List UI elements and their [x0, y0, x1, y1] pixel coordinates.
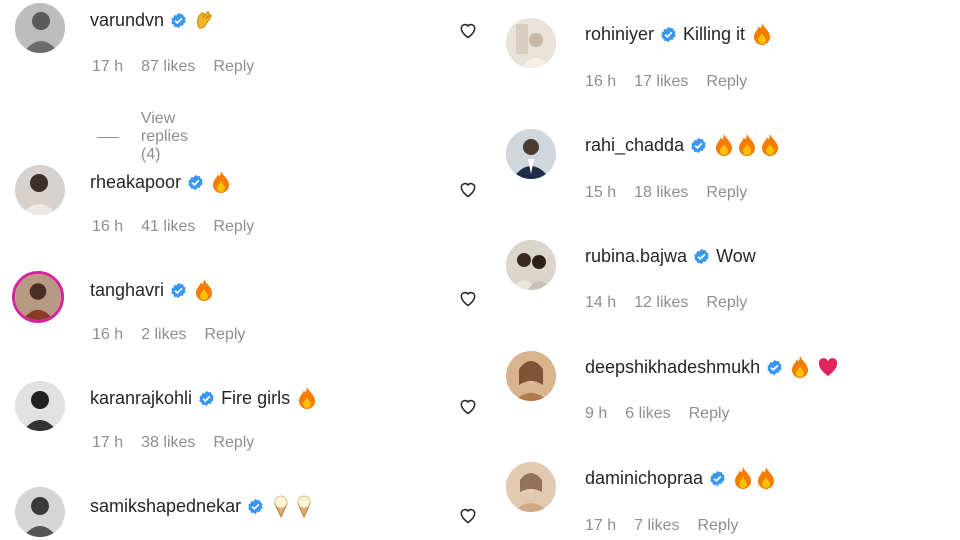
- fire-emoji: [789, 355, 811, 379]
- comment-text: Killing it: [683, 24, 746, 44]
- like-count[interactable]: 7 likes: [634, 516, 679, 536]
- reply-button[interactable]: Reply: [706, 183, 747, 203]
- comment-time: 16 h: [92, 218, 124, 235]
- reply-button[interactable]: Reply: [706, 293, 747, 313]
- reply-button[interactable]: Reply: [213, 433, 254, 453]
- username[interactable]: deepshikhadeshmukh: [585, 355, 760, 379]
- like-heart-icon[interactable]: [458, 396, 478, 416]
- avatar[interactable]: [15, 3, 65, 53]
- comment-text: Fire girls: [221, 388, 291, 408]
- fire-emoji: [296, 386, 318, 410]
- comment-time: 17 h: [92, 58, 124, 75]
- username[interactable]: varundvn: [90, 8, 164, 32]
- username[interactable]: rohiniyer: [585, 22, 654, 46]
- verified-badge-icon: [170, 282, 187, 299]
- like-heart-icon[interactable]: [458, 288, 478, 308]
- clap-emoji: [193, 8, 215, 32]
- like-count[interactable]: 87 likes: [141, 57, 195, 77]
- like-heart-icon[interactable]: [458, 505, 478, 525]
- username[interactable]: samikshapednekar: [90, 494, 241, 518]
- like-heart-icon[interactable]: [458, 20, 478, 40]
- ice-cream-emoji: [270, 494, 315, 518]
- verified-badge-icon: [170, 12, 187, 29]
- avatar[interactable]: [506, 240, 556, 290]
- reply-button[interactable]: Reply: [213, 217, 254, 237]
- verified-badge-icon: [766, 359, 783, 376]
- fire-emoji: [193, 278, 215, 302]
- username[interactable]: tanghavri: [90, 278, 164, 302]
- verified-badge-icon: [709, 470, 726, 487]
- reply-button[interactable]: Reply: [205, 325, 246, 345]
- username[interactable]: karanrajkohli: [90, 386, 192, 410]
- verified-badge-icon: [247, 498, 264, 515]
- reply-button[interactable]: Reply: [213, 57, 254, 77]
- avatar[interactable]: [506, 351, 556, 401]
- avatar[interactable]: [12, 271, 64, 323]
- view-replies-button[interactable]: View replies (4): [97, 110, 204, 164]
- comment-time: 17 h: [585, 517, 617, 534]
- comment-time: 16 h: [92, 326, 124, 343]
- avatar[interactable]: [15, 487, 65, 537]
- like-count[interactable]: 18 likes: [634, 183, 688, 203]
- username[interactable]: rahi_chadda: [585, 133, 684, 157]
- view-replies-label: View replies (4): [140, 110, 188, 163]
- red-heart-emoji: [817, 355, 839, 379]
- divider: [97, 136, 119, 138]
- like-count[interactable]: 17 likes: [634, 72, 688, 92]
- reply-button[interactable]: Reply: [706, 72, 747, 92]
- comment-time: 9 h: [585, 405, 608, 422]
- comment-time: 15 h: [585, 184, 617, 201]
- comment-text: Wow: [716, 246, 756, 266]
- like-count[interactable]: 38 likes: [141, 433, 195, 453]
- avatar[interactable]: [506, 462, 556, 512]
- like-count[interactable]: 12 likes: [634, 293, 688, 313]
- reply-button[interactable]: Reply: [689, 404, 730, 424]
- reply-button[interactable]: Reply: [698, 516, 739, 536]
- comment-time: 14 h: [585, 294, 617, 311]
- avatar[interactable]: [15, 165, 65, 215]
- avatar[interactable]: [506, 129, 556, 179]
- like-count[interactable]: 41 likes: [141, 217, 195, 237]
- username[interactable]: rheakapoor: [90, 170, 181, 194]
- comment-time: 16 h: [585, 73, 617, 90]
- verified-badge-icon: [660, 26, 677, 43]
- verified-badge-icon: [690, 137, 707, 154]
- like-count[interactable]: 2 likes: [141, 325, 186, 345]
- verified-badge-icon: [198, 390, 215, 407]
- username[interactable]: rubina.bajwa: [585, 244, 687, 268]
- like-count[interactable]: 6 likes: [625, 404, 670, 424]
- like-heart-icon[interactable]: [458, 179, 478, 199]
- fire-emoji: [210, 170, 232, 194]
- verified-badge-icon: [187, 174, 204, 191]
- avatar[interactable]: [15, 381, 65, 431]
- avatar[interactable]: [506, 18, 556, 68]
- fire-emoji: [751, 22, 773, 46]
- fire-emoji: [732, 466, 777, 490]
- fire-emoji: [713, 133, 781, 157]
- username[interactable]: daminichopraa: [585, 466, 703, 490]
- verified-badge-icon: [693, 248, 710, 265]
- comment-time: 17 h: [92, 434, 124, 451]
